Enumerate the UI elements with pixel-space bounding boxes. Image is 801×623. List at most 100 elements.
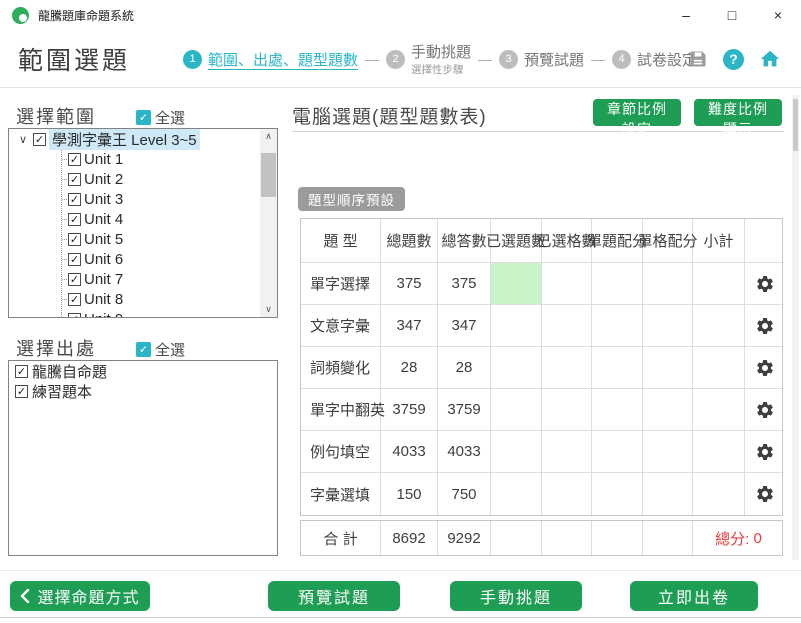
row-settings[interactable]: [745, 347, 784, 389]
gear-icon[interactable]: [755, 484, 775, 504]
close-button[interactable]: ×: [755, 0, 801, 30]
question-type-cell: 文意字彙: [301, 305, 381, 347]
tree-node-unit[interactable]: ✓Unit 8: [62, 289, 260, 309]
maximize-button[interactable]: □: [709, 0, 755, 30]
home-icon[interactable]: [759, 48, 781, 70]
source-item[interactable]: ✓ 練習題本: [9, 381, 277, 401]
panel-scrollbar[interactable]: [792, 95, 799, 560]
tree-node-label[interactable]: Unit 3: [84, 191, 123, 208]
step-3-label[interactable]: 預覽試題: [524, 49, 584, 70]
gear-icon[interactable]: [755, 316, 775, 336]
selected-questions-input[interactable]: [491, 347, 542, 389]
tree-node-label[interactable]: Unit 8: [84, 291, 123, 308]
tree-node-label[interactable]: Unit 6: [84, 251, 123, 268]
selected-blanks-cell[interactable]: [542, 347, 592, 389]
tree-node-label[interactable]: Unit 4: [84, 211, 123, 228]
points-per-question-cell[interactable]: [592, 347, 643, 389]
selected-blanks-cell[interactable]: [542, 431, 592, 473]
help-icon[interactable]: ?: [723, 49, 744, 70]
selected-questions-input[interactable]: [491, 473, 542, 515]
checkbox-icon[interactable]: ✓: [15, 385, 28, 398]
checkbox-icon[interactable]: ✓: [68, 313, 81, 318]
points-per-blank-cell[interactable]: [643, 389, 693, 431]
points-per-blank-cell[interactable]: [643, 473, 693, 515]
row-settings[interactable]: [745, 263, 784, 305]
tree-node-label[interactable]: Unit 5: [84, 231, 123, 248]
gear-icon[interactable]: [755, 274, 775, 294]
tree-node-unit[interactable]: ✓Unit 2: [62, 169, 260, 189]
type-order-preset-button[interactable]: 題型順序預設: [298, 187, 405, 211]
tree-node-label[interactable]: Unit 2: [84, 171, 123, 188]
source-select-all[interactable]: ✓ 全選: [136, 339, 185, 360]
row-settings[interactable]: [745, 389, 784, 431]
checkbox-icon[interactable]: ✓: [15, 365, 28, 378]
checkbox-checked-icon[interactable]: ✓: [136, 110, 151, 125]
points-per-question-cell[interactable]: [592, 431, 643, 473]
selected-blanks-cell[interactable]: [542, 263, 592, 305]
source-item[interactable]: ✓ 龍騰自命題: [9, 361, 277, 381]
scroll-up-icon[interactable]: ∧: [260, 129, 277, 144]
tree-node-label[interactable]: Unit 7: [84, 271, 123, 288]
selected-blanks-cell[interactable]: [542, 305, 592, 347]
scrollbar-thumb[interactable]: [793, 99, 798, 151]
save-icon[interactable]: [688, 49, 708, 69]
tree-node-unit[interactable]: ✓Unit 5: [62, 229, 260, 249]
scroll-down-icon[interactable]: ∨: [260, 302, 277, 317]
points-per-question-cell[interactable]: [592, 263, 643, 305]
checkbox-icon[interactable]: ✓: [68, 173, 81, 186]
selected-blanks-cell[interactable]: [542, 389, 592, 431]
tree-scrollbar[interactable]: ∧ ∨: [260, 129, 277, 317]
selected-questions-input[interactable]: [491, 305, 542, 347]
gear-icon[interactable]: [755, 442, 775, 462]
source-item-label[interactable]: 龍騰自命題: [32, 361, 107, 382]
selected-questions-input[interactable]: [491, 389, 542, 431]
checkbox-icon[interactable]: ✓: [68, 253, 81, 266]
preview-questions-button[interactable]: 預覽試題: [268, 581, 400, 611]
gear-icon[interactable]: [755, 400, 775, 420]
selected-questions-input[interactable]: [491, 263, 542, 305]
chapter-ratio-button[interactable]: 章節比例設定: [593, 99, 681, 126]
tree-node-unit[interactable]: ✓Unit 7: [62, 269, 260, 289]
tree-node-root[interactable]: ∨ ✓ 學測字彙王 Level 3~5: [9, 129, 260, 149]
checkbox-icon[interactable]: ✓: [33, 133, 46, 146]
collapse-icon[interactable]: ∨: [19, 133, 33, 146]
row-settings[interactable]: [745, 473, 784, 515]
points-per-blank-cell[interactable]: [643, 263, 693, 305]
points-per-question-cell[interactable]: [592, 305, 643, 347]
difficulty-ratio-button[interactable]: 難度比例顯示: [694, 99, 782, 126]
points-per-question-cell[interactable]: [592, 389, 643, 431]
checkbox-icon[interactable]: ✓: [68, 193, 81, 206]
selected-blanks-cell[interactable]: [542, 473, 592, 515]
row-settings[interactable]: [745, 431, 784, 473]
manual-pick-button[interactable]: 手動挑題: [450, 581, 582, 611]
selected-questions-input[interactable]: [491, 431, 542, 473]
points-per-blank-cell[interactable]: [643, 431, 693, 473]
tree-node-unit[interactable]: ✓Unit 3: [62, 189, 260, 209]
tree-node-label[interactable]: Unit 1: [84, 151, 123, 168]
checkbox-checked-icon[interactable]: ✓: [136, 342, 151, 357]
checkbox-icon[interactable]: ✓: [68, 213, 81, 226]
back-to-method-button[interactable]: 選擇命題方式: [10, 581, 150, 611]
points-per-question-cell[interactable]: [592, 473, 643, 515]
generate-paper-button[interactable]: 立即出卷: [630, 581, 758, 611]
points-per-blank-cell[interactable]: [643, 347, 693, 389]
source-item-label[interactable]: 練習題本: [32, 381, 92, 402]
scrollbar-thumb[interactable]: [261, 153, 276, 197]
minimize-button[interactable]: –: [663, 0, 709, 30]
checkbox-icon[interactable]: ✓: [68, 153, 81, 166]
row-settings[interactable]: [745, 305, 784, 347]
tree-node-unit[interactable]: ✓Unit 1: [62, 149, 260, 169]
step-1-label[interactable]: 範圍、出處、題型題數: [208, 49, 358, 70]
gear-icon[interactable]: [755, 358, 775, 378]
tree-node-unit[interactable]: ✓Unit 6: [62, 249, 260, 269]
step-2-labels[interactable]: 手動挑題 選擇性步驟: [411, 41, 471, 77]
range-select-all[interactable]: ✓ 全選: [136, 107, 185, 128]
tree-root-label[interactable]: 學測字彙王 Level 3~5: [49, 129, 200, 150]
checkbox-icon[interactable]: ✓: [68, 273, 81, 286]
checkbox-icon[interactable]: ✓: [68, 293, 81, 306]
tree-node-unit[interactable]: ✓Unit 4: [62, 209, 260, 229]
checkbox-icon[interactable]: ✓: [68, 233, 81, 246]
points-per-blank-cell[interactable]: [643, 305, 693, 347]
tree-node-label[interactable]: Unit 9: [84, 311, 123, 318]
tree-node-unit[interactable]: ✓Unit 9: [62, 309, 260, 317]
